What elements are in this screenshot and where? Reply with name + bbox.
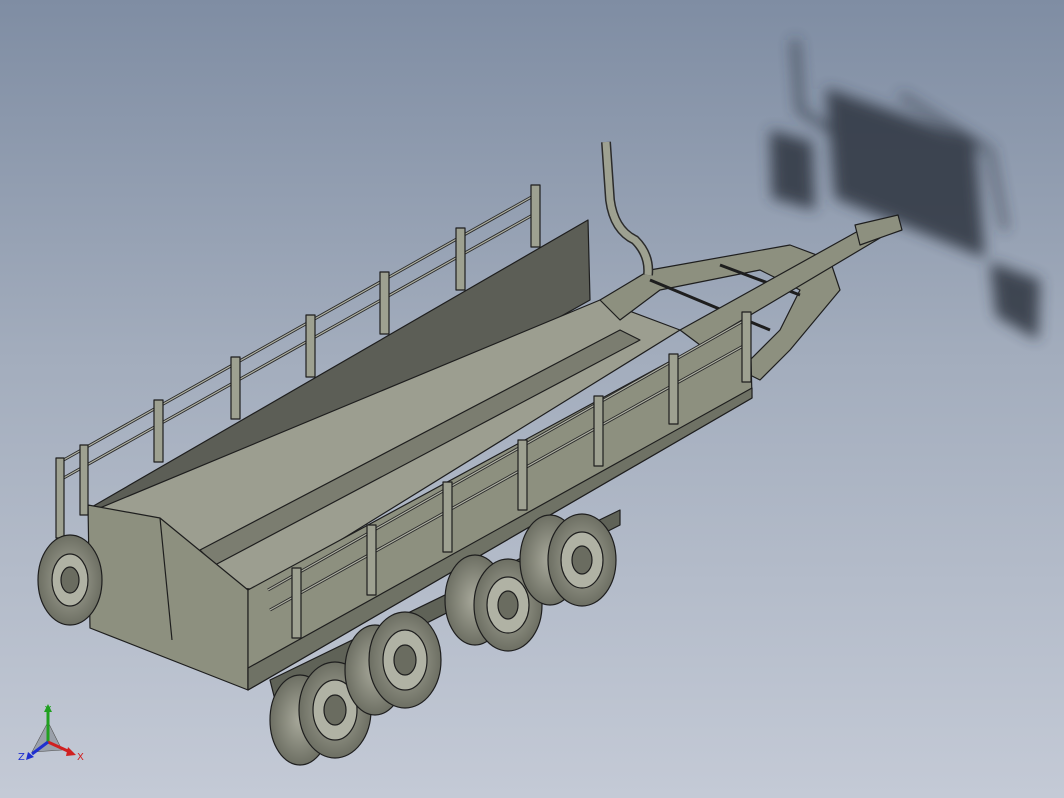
x-axis-arrowhead (66, 747, 76, 756)
x-axis-label: X (77, 752, 84, 763)
hitch (854, 214, 903, 246)
trailer-model[interactable] (0, 0, 1064, 798)
y-axis-label: Y (44, 705, 52, 716)
wheel-axle-4 (519, 513, 617, 607)
graphics-viewport[interactable]: Y X Z (0, 0, 1064, 798)
wheel-axle-2 (344, 611, 442, 716)
end-rail-posts (55, 444, 89, 539)
view-triad[interactable]: Y X Z (18, 702, 90, 772)
z-axis-label: Z (18, 752, 25, 763)
wheel-rear-left (37, 534, 103, 626)
